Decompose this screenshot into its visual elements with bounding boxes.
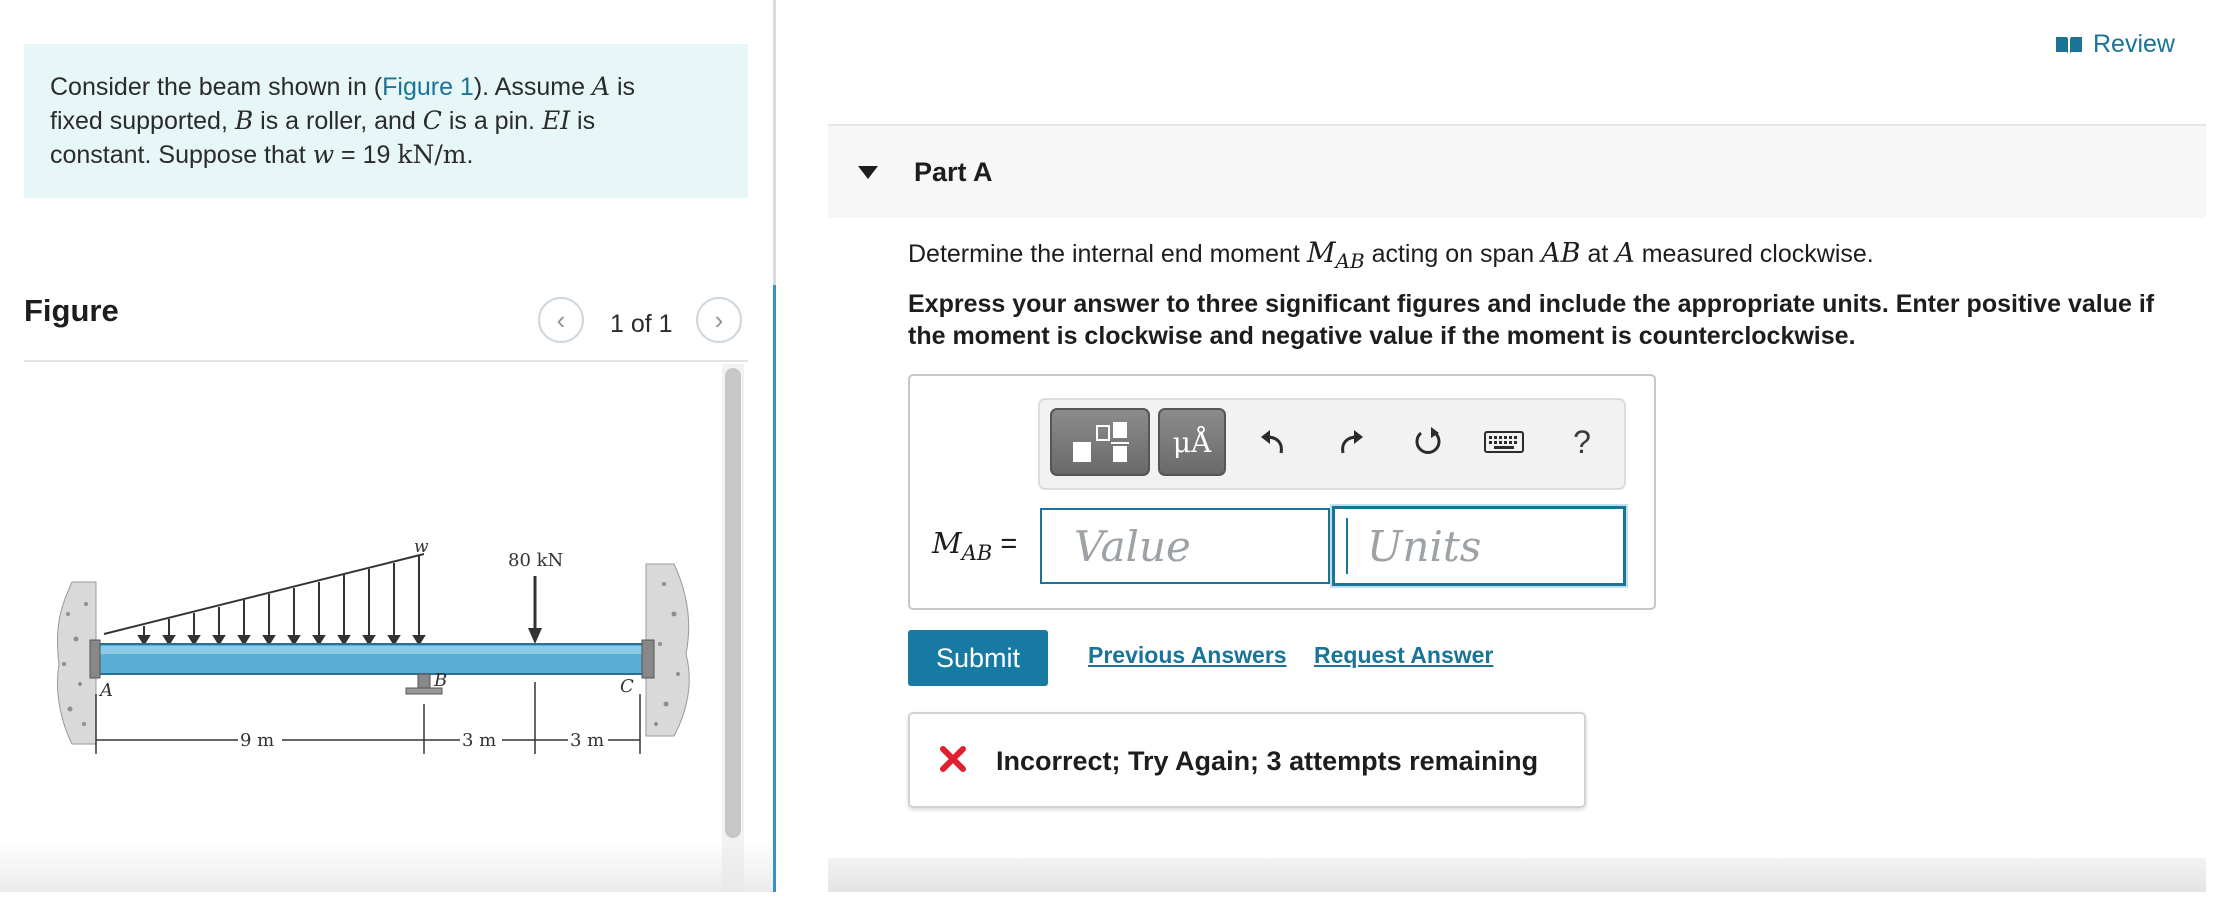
- intro-text: ). Assume: [473, 73, 592, 101]
- previous-figure-button[interactable]: ‹: [538, 297, 584, 343]
- math-var: A: [1615, 238, 1635, 269]
- bottom-fade: [0, 840, 773, 892]
- units-input[interactable]: [1332, 506, 1626, 586]
- math-subscript: AB: [961, 540, 993, 565]
- text-cursor: [1346, 518, 1348, 574]
- part-title: Part A: [914, 157, 993, 187]
- next-figure-button[interactable]: ›: [696, 297, 742, 343]
- point-load-label: 80 kN: [508, 550, 563, 571]
- support-c-label: C: [620, 676, 634, 697]
- math-var: B: [234, 106, 254, 135]
- question-part: Determine the internal end moment: [908, 240, 1307, 268]
- support-b: [417, 673, 431, 689]
- book-icon: [2056, 36, 2082, 54]
- problem-pane: Consider the beam shown in (Figure 1). A…: [0, 0, 773, 892]
- math-var: A: [591, 72, 610, 101]
- figure-scrollbar-thumb[interactable]: [725, 368, 741, 838]
- intro-text: = 19: [334, 141, 398, 169]
- support-a: [89, 639, 101, 679]
- intro-text: constant. Suppose that: [50, 141, 313, 169]
- equals-sign: =: [992, 528, 1018, 560]
- dimension-ticks: [95, 682, 641, 754]
- math-var: w: [312, 140, 335, 169]
- math-var: C: [422, 106, 442, 135]
- support-b-label: B: [433, 670, 447, 691]
- question-part: at: [1580, 240, 1616, 268]
- math-var: EI: [541, 106, 571, 135]
- figure-counter: 1 of 1: [610, 310, 673, 338]
- undo-icon: [1261, 430, 1283, 454]
- reset-button[interactable]: [1406, 418, 1450, 466]
- intro-text: is: [610, 73, 635, 101]
- templates-button[interactable]: [1050, 408, 1150, 476]
- help-button[interactable]: ?: [1560, 418, 1604, 466]
- beam-figure: w 80 kN A B C 9 m 3 m 3 m: [24, 364, 724, 892]
- reset-icon: [1415, 427, 1441, 454]
- value-input[interactable]: [1040, 508, 1330, 584]
- templates-icon: [1073, 422, 1129, 462]
- intro-text: Consider the beam shown in (: [50, 73, 383, 101]
- caret-down-icon[interactable]: [858, 166, 878, 179]
- dimension-3m-2: 3 m: [570, 730, 604, 751]
- problem-statement: Consider the beam shown in (Figure 1). A…: [24, 44, 748, 198]
- request-answer-link[interactable]: Request Answer: [1314, 642, 1493, 669]
- chevron-left-icon: ‹: [556, 304, 566, 335]
- submit-button[interactable]: Submit: [908, 630, 1048, 686]
- distributed-load-arrows: [137, 556, 426, 646]
- feedback-message: Incorrect; Try Again; 3 attempts remaini…: [996, 746, 1539, 776]
- intro-text: .: [466, 141, 474, 169]
- dimension-9m: 9 m: [240, 730, 274, 751]
- divider: [24, 360, 748, 362]
- math-unit: kN/m: [397, 140, 467, 169]
- math-subscript: AB: [1335, 249, 1365, 273]
- keyboard-button[interactable]: [1482, 418, 1526, 466]
- answer-label: MAB =: [932, 526, 1017, 565]
- load-w-label: w: [414, 537, 429, 557]
- keyboard-icon: [1484, 431, 1524, 453]
- point-load-arrowhead: [528, 628, 542, 644]
- math-var: M: [932, 526, 962, 560]
- intro-text: is a roller, and: [253, 107, 423, 135]
- symbols-button[interactable]: μÅ: [1158, 408, 1226, 476]
- incorrect-x-icon: [940, 746, 966, 772]
- review-link[interactable]: Review: [2055, 30, 2175, 59]
- review-label: Review: [2093, 30, 2175, 58]
- undo-button[interactable]: [1252, 418, 1296, 466]
- question-part: acting on span: [1364, 240, 1542, 268]
- dimension-3m-1: 3 m: [462, 730, 496, 751]
- intro-text: is: [570, 107, 596, 135]
- support-c: [641, 639, 655, 679]
- math-var: M: [1306, 236, 1336, 269]
- intro-text: is a pin.: [441, 107, 542, 135]
- redo-icon: [1341, 430, 1363, 454]
- answer-instructions: Express your answer to three significant…: [908, 290, 2155, 350]
- part-header[interactable]: [828, 126, 2206, 218]
- bottom-fade: [828, 858, 2206, 892]
- chevron-right-icon: ›: [714, 304, 724, 335]
- intro-text: fixed supported,: [50, 107, 235, 135]
- support-a-label: A: [98, 680, 113, 701]
- question-text: Determine the internal end moment MAB ac…: [908, 236, 1874, 273]
- beam-diagram: w 80 kN A B C 9 m 3 m 3 m: [56, 537, 690, 754]
- pane-divider-accent: [773, 285, 776, 892]
- previous-answers-link[interactable]: Previous Answers: [1088, 642, 1287, 669]
- math-var: AB: [1541, 238, 1581, 269]
- figure-heading: Figure: [24, 293, 119, 328]
- redo-button[interactable]: [1328, 418, 1372, 466]
- load-line: [103, 553, 425, 635]
- figure-link[interactable]: Figure 1: [382, 73, 474, 101]
- question-part: measured clockwise.: [1634, 240, 1874, 268]
- beam-highlight: [96, 646, 652, 654]
